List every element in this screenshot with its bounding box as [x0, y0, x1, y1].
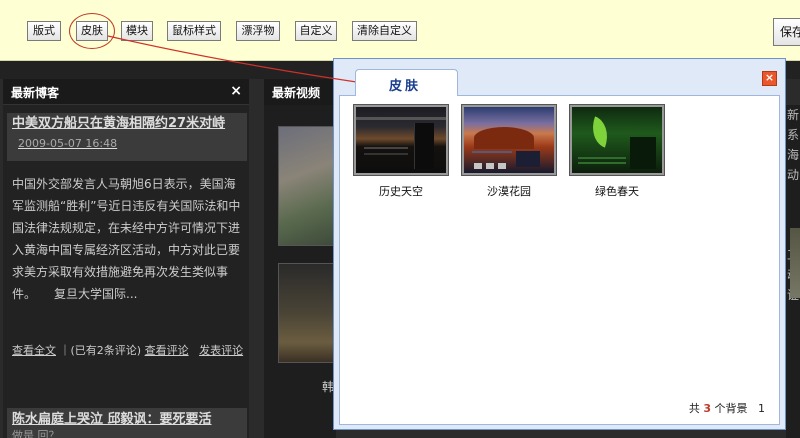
skin-name[interactable]: 绿色春天 [569, 183, 665, 199]
skin-option-green-spring[interactable]: 绿色春天 [569, 104, 665, 199]
link-divider: ｜ [59, 344, 71, 357]
skin-dialog: 皮肤 × 历史天空 沙漠花园 绿色春天 共 3 个背景 1 [333, 58, 786, 430]
latest-blog-header: 最新博客 × [3, 79, 249, 105]
post-comment-link[interactable]: 发表评论 [199, 344, 243, 357]
skin-option-desert-garden[interactable]: 沙漠花园 [461, 104, 557, 199]
skin-gallery: 历史天空 沙漠花园 绿色春天 共 3 个背景 1 [339, 95, 780, 425]
mouse-style-button[interactable]: 鼠标样式 [167, 21, 221, 41]
blog-post-links: 查看全文 ｜(已有2条评论) 查看评论 发表评论 [7, 342, 245, 360]
video-thumbnail[interactable] [278, 263, 336, 363]
module-button[interactable]: 模块 [121, 21, 153, 41]
skin-desert-garden-icon[interactable] [461, 104, 557, 176]
close-icon[interactable]: × [230, 83, 242, 99]
floater-button[interactable]: 漂浮物 [236, 21, 280, 41]
skin-green-spring-icon[interactable] [569, 104, 665, 176]
video-thumbnail[interactable] [278, 126, 336, 246]
blog-post-title[interactable]: 中美双方船只在黄海相隔约27米对峙 [12, 116, 225, 131]
blog-post-header: 中美双方船只在黄海相隔约27米对峙 2009-05-07 16:48 [7, 113, 247, 161]
skin-count: 3 [703, 402, 711, 415]
skin-button-highlight-ring [69, 13, 115, 49]
blog-post-header: 陈水扁庭上哭泣 邱毅讽：要死要活 做是 回？ [7, 408, 247, 438]
latest-blog-title: 最新博客 [11, 86, 60, 100]
blog-post-title[interactable]: 陈水扁庭上哭泣 邱毅讽：要死要活 [7, 408, 247, 429]
blog-post-date: 2009-05-07 16:48 [18, 137, 118, 150]
skin-option-history-sky[interactable]: 历史天空 [353, 104, 449, 199]
custom-button[interactable]: 自定义 [295, 21, 337, 41]
read-more-link[interactable]: 查看全文 [12, 344, 56, 357]
tab-skin[interactable]: 皮肤 [355, 69, 458, 96]
footer-suffix: 个背景 [714, 402, 748, 415]
blog-post-excerpt: 中国外交部发言人马朝旭6日表示，美国海军监测船“胜利”号近日违反有关国际法和中国… [12, 177, 241, 301]
customize-toolbar: 版式 皮肤 模块 鼠标样式 漂浮物 自定义 清除自定义 保存 [0, 0, 800, 61]
right-column-image [790, 228, 800, 298]
skin-name[interactable]: 历史天空 [353, 183, 449, 199]
clear-custom-button[interactable]: 清除自定义 [352, 21, 417, 41]
skin-name[interactable]: 沙漠花园 [461, 183, 557, 199]
latest-video-header: 最新视频 [264, 79, 336, 105]
latest-blog-panel: 最新博客 × 中美双方船只在黄海相隔约27米对峙 2009-05-07 16:48… [3, 79, 249, 438]
view-comments-link[interactable]: 查看评论 [145, 344, 189, 357]
save-button[interactable]: 保存 [773, 18, 800, 46]
close-icon[interactable]: × [762, 71, 777, 86]
layout-button[interactable]: 版式 [27, 21, 61, 41]
tab-skin-label: 皮肤 [389, 79, 422, 94]
latest-video-title: 最新视频 [272, 86, 321, 100]
comment-count: (已有2条评论) [70, 344, 142, 357]
footer-prefix: 共 [688, 402, 700, 415]
blog-post-meta: 做是 回？ [12, 429, 60, 438]
skin-count-footer: 共 3 个背景 1 [689, 400, 765, 416]
page-number[interactable]: 1 [758, 402, 765, 415]
blog-post-title-link[interactable]: 中美双方船只在黄海相隔约27米对峙 2009-05-07 16:48 [7, 113, 247, 154]
skin-history-sky-icon[interactable] [353, 104, 449, 176]
